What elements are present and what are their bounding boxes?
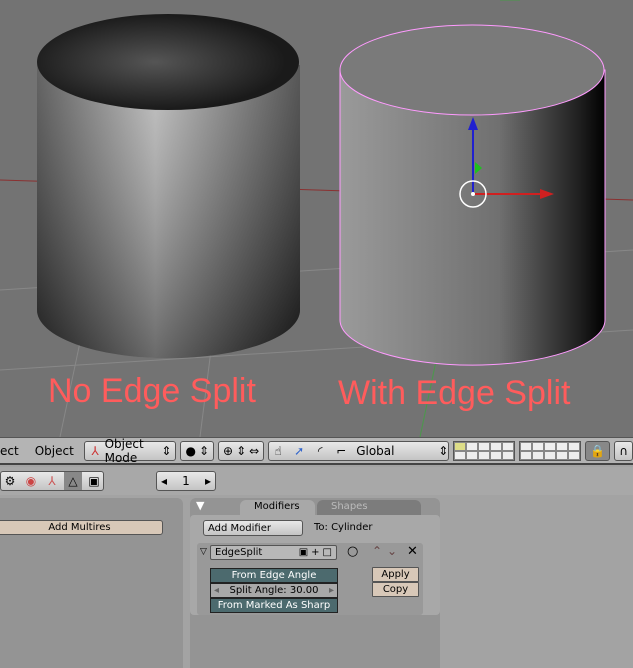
move-up-icon[interactable]: ⌃ [372,544,382,558]
manipulator-group: ☝ ➚ ◜ ⌐ Global ⇕ [268,440,450,461]
tab-shapes[interactable]: Shapes [317,500,421,515]
orientation-select[interactable]: Global [353,444,435,458]
hand-icon[interactable]: ☝ [269,442,287,460]
layers-2[interactable] [519,440,582,461]
cage-circle-icon[interactable]: ○ [347,544,358,559]
sphere-icon: ● [185,443,196,458]
editing-icon[interactable]: △ [64,472,82,490]
object-menu[interactable]: Object [29,444,80,458]
apply-button[interactable]: Apply [372,567,419,582]
pivot-select[interactable]: ⊕ ⇕ ⇔ [218,440,265,461]
layers-1[interactable] [453,440,516,461]
arrow-left-icon: ◂ [161,474,168,488]
multires-panel: Add Multires [0,498,183,668]
editmode-toggle-icon[interactable]: □ [323,547,332,558]
rotate-icon[interactable]: ◜ [311,442,329,460]
shading-select[interactable]: ● ⇕ [180,440,214,461]
modifier-name-field[interactable]: EdgeSplit ▣ + □ [210,545,337,560]
magnet-icon[interactable]: ∩ [614,440,633,461]
add-multires-button[interactable]: Add Multires [0,520,163,535]
pivot-icon: ⊕ [223,443,234,458]
material-icon[interactable]: ◉ [22,472,40,490]
chevron-updown-icon: ⇕ [161,443,172,458]
collapse-modifier-icon[interactable]: ▽ [200,547,207,557]
context-buttons: ⚙ ◉ ⅄ △ ▣ [0,471,104,491]
add-modifier-button[interactable]: Add Modifier [203,520,303,536]
delete-modifier-icon[interactable]: ✕ [407,544,418,559]
translate-icon[interactable]: ➚ [290,442,308,460]
panel-collapse-icon[interactable]: ▼ [196,499,204,512]
3d-viewport[interactable]: No Edge Split With Edge Split [0,0,633,437]
label-no-edge-split: No Edge Split [48,372,256,410]
lock-icon[interactable]: 🔒 [585,440,611,461]
split-angle-field[interactable]: ◂ Split Angle: 30.00 ▸ [210,583,338,598]
tab-modifiers[interactable]: Modifiers [240,500,315,515]
buttons-header: ⚙ ◉ ⅄ △ ▣ ◂ 1 ▸ [0,467,633,495]
object-icon[interactable]: ⅄ [43,472,61,490]
scene-icon[interactable]: ▣ [85,472,103,490]
viewport-header: ect Object ⅄ Object Mode ⇕ ● ⇕ ⊕ ⇕ ⇔ ☝ ➚ ◜ ⌐… [0,437,633,465]
arrow-right-icon: ▸ [204,474,211,488]
modifiers-panel: ▼ Modifiers Shapes Add Modifier To: Cyli… [190,498,440,668]
move-down-icon[interactable]: ⌄ [387,544,397,558]
realtime-toggle-icon[interactable]: + [311,547,319,558]
from-marked-sharp-toggle[interactable]: From Marked As Sharp [210,598,338,613]
mode-select[interactable]: ⅄ Object Mode ⇕ [83,437,177,465]
from-edge-angle-toggle[interactable]: From Edge Angle [210,568,338,583]
align-icon: ⇔ [249,443,260,458]
select-menu[interactable]: ect [0,444,25,458]
modifier-target: To: Cylinder [314,522,373,533]
copy-button[interactable]: Copy [372,582,419,597]
object-mode-icon: ⅄ [91,443,99,458]
render-toggle-icon[interactable]: ▣ [299,547,308,558]
gear-icon[interactable]: ⚙ [1,472,19,490]
scale-icon[interactable]: ⌐ [332,442,350,460]
label-with-edge-split: With Edge Split [338,374,571,412]
frame-field[interactable]: ◂ 1 ▸ [156,471,216,491]
